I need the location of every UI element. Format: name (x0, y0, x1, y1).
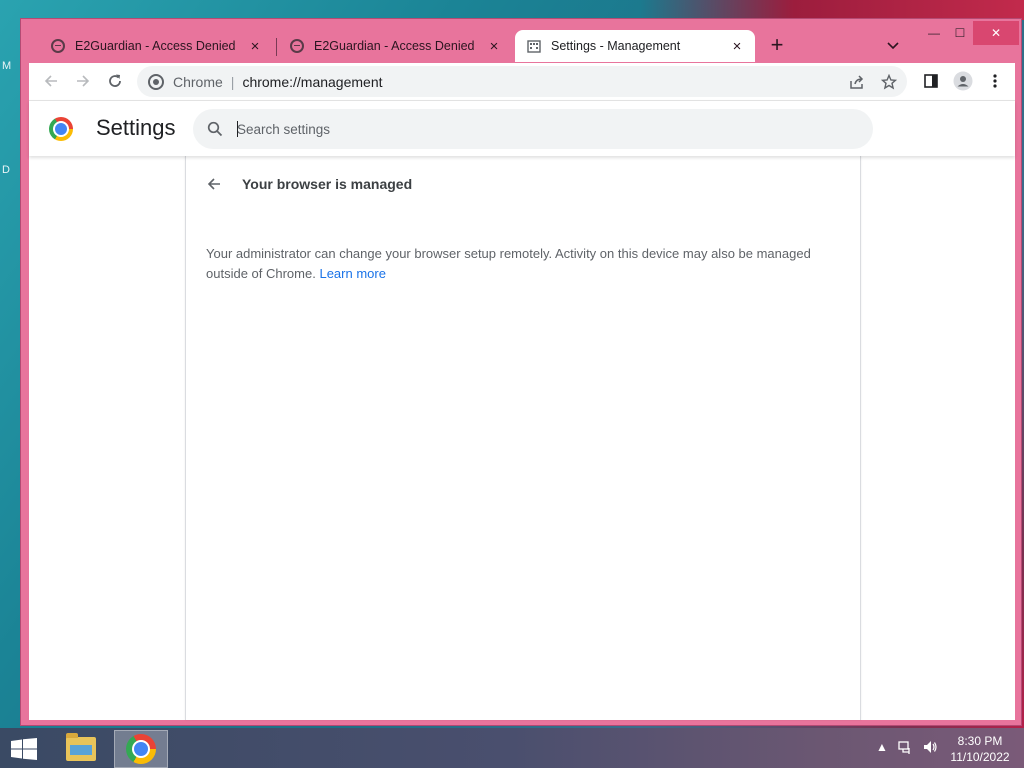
menu-button[interactable] (983, 69, 1007, 93)
chevron-down-icon (887, 42, 899, 50)
desktop-icon-label: M (2, 60, 12, 72)
chrome-icon (126, 734, 156, 764)
side-panel-button[interactable] (919, 69, 943, 93)
management-title: Your browser is managed (242, 176, 413, 192)
profile-button[interactable] (951, 69, 975, 93)
maximize-button[interactable]: ☐ (945, 21, 975, 45)
clock-time: 8:30 PM (957, 734, 1003, 748)
volume-icon[interactable] (922, 739, 938, 758)
search-icon (207, 121, 223, 137)
file-explorer-button[interactable] (54, 730, 108, 768)
close-tab-icon[interactable]: × (247, 38, 263, 55)
side-panel-icon (924, 74, 938, 88)
page-title: Settings (96, 115, 176, 140)
tab-e2guardian-1[interactable]: E2Guardian - Access Denied × (39, 30, 273, 62)
windows-start-icon[interactable] (10, 738, 38, 760)
forward-button[interactable] (71, 69, 95, 93)
chrome-logo-icon (49, 117, 73, 141)
back-to-settings-button[interactable] (202, 172, 226, 196)
star-icon[interactable] (879, 72, 899, 92)
building-icon (527, 39, 541, 53)
reload-icon (109, 74, 121, 87)
globe-icon (290, 39, 304, 53)
omnibox-separator: | (230, 73, 235, 90)
system-clock[interactable]: 8:30 PM 11/10/2022 (944, 733, 1016, 765)
tab-title: E2Guardian - Access Denied (314, 39, 475, 53)
desktop-icon-label: D (2, 164, 10, 176)
text-caret (237, 121, 238, 137)
tab-separator (276, 38, 277, 56)
clock-date: 11/10/2022 (950, 750, 1010, 764)
tab-title: Settings - Management (551, 39, 681, 53)
back-button[interactable] (39, 69, 63, 93)
site-chip: Chrome (173, 73, 223, 90)
chrome-page-icon (148, 73, 164, 90)
more-vertical-icon (993, 74, 997, 88)
avatar-icon (953, 71, 973, 91)
desktop-wallpaper-glow (640, 0, 1024, 20)
tab-search-button[interactable] (883, 36, 903, 56)
show-hidden-icons-icon[interactable]: ▲ (876, 740, 888, 754)
tab-e2guardian-2[interactable]: E2Guardian - Access Denied × (278, 30, 512, 62)
file-explorer-icon (66, 733, 96, 761)
arrow-right-icon (77, 75, 90, 87)
close-tab-icon[interactable]: × (729, 38, 745, 55)
globe-icon (51, 39, 65, 53)
url-text[interactable]: chrome://management (242, 74, 382, 90)
new-tab-button[interactable]: + (765, 32, 789, 57)
learn-more-link[interactable]: Learn more (319, 266, 385, 281)
network-icon[interactable] (898, 739, 914, 758)
address-bar[interactable]: Chrome | chrome://management (137, 66, 907, 97)
settings-page: Your browser is managed Your administrat… (29, 156, 1015, 720)
window-close-button[interactable]: ✕ (973, 21, 1019, 45)
browser-toolbar: Chrome | chrome://management (29, 63, 1015, 100)
settings-search[interactable] (193, 109, 873, 149)
description-text: Your administrator can change your brows… (206, 246, 811, 281)
management-card: Your browser is managed Your administrat… (185, 156, 861, 720)
browser-window: — ☐ ✕ E2Guardian - Access Denied × E2Gua… (20, 18, 1022, 726)
arrow-left-icon (44, 75, 57, 87)
close-tab-icon[interactable]: × (486, 38, 502, 55)
reload-button[interactable] (103, 69, 127, 93)
arrow-left-icon (207, 178, 220, 190)
tab-settings-management[interactable]: Settings - Management × (515, 30, 755, 62)
share-icon[interactable] (847, 72, 867, 92)
taskbar: ▲ 8:30 PM 11/10/2022 (0, 728, 1024, 768)
chrome-taskbar-button[interactable] (114, 730, 168, 768)
settings-header: Settings (29, 100, 1015, 156)
management-description: Your administrator can change your brows… (206, 244, 846, 284)
search-input[interactable] (237, 119, 837, 139)
tab-title: E2Guardian - Access Denied (75, 39, 236, 53)
